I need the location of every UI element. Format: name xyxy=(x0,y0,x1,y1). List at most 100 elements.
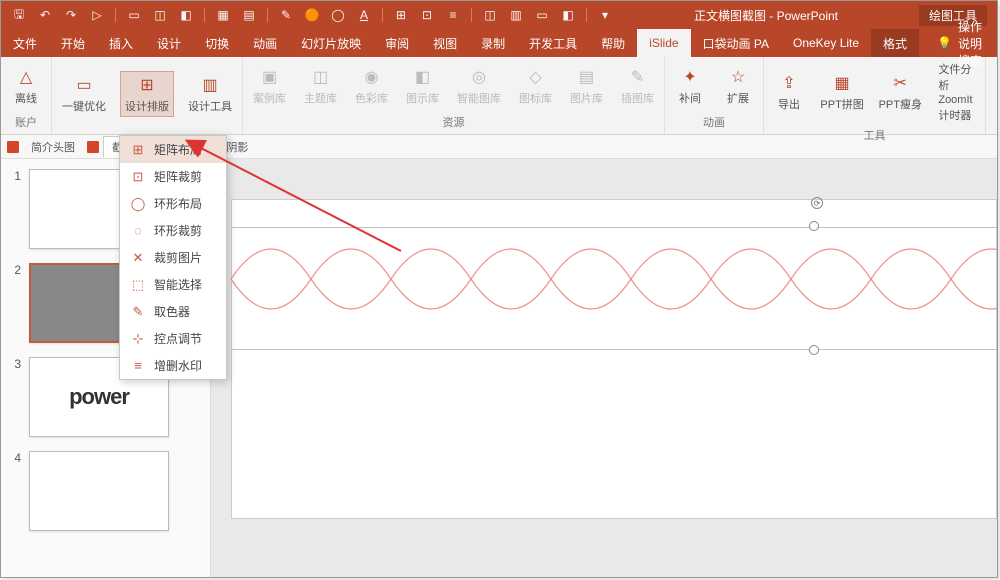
tab-developer[interactable]: 开发工具 xyxy=(517,29,589,57)
qat-icon[interactable]: ◧ xyxy=(178,7,194,23)
group-anim: ✦补间 ☆扩展 动画 xyxy=(665,57,764,134)
group-label: 工具 xyxy=(864,125,886,145)
wave-shape[interactable] xyxy=(231,219,997,339)
group-account: △离线 账户 xyxy=(1,57,52,134)
qat-icon[interactable]: ◫ xyxy=(482,7,498,23)
matrix-layout-item[interactable]: ⊞矩阵布局 xyxy=(120,136,226,163)
qat-icon[interactable]: ⊞ xyxy=(393,7,409,23)
icon-lib-button[interactable]: ◇图标库 xyxy=(515,64,556,108)
extend-button[interactable]: ☆扩展 xyxy=(719,64,757,108)
slide-thumb[interactable]: 4 xyxy=(7,451,204,531)
tab-file[interactable]: 文件 xyxy=(1,29,49,57)
scissors-icon: ✂ xyxy=(889,72,911,94)
tab-transitions[interactable]: 切换 xyxy=(193,29,241,57)
triangle-icon: △ xyxy=(15,66,37,88)
file-analyze-link[interactable]: 文件分析 xyxy=(938,61,979,93)
save-icon[interactable]: 🖫 xyxy=(11,7,27,23)
tab-pocket-anim[interactable]: 口袋动画 PA xyxy=(691,29,781,57)
doctab-intro[interactable]: 简介头图 xyxy=(23,137,83,157)
diagram-lib-button[interactable]: ◧图示库 xyxy=(402,64,443,108)
matrix-crop-item[interactable]: ⊡矩阵裁剪 xyxy=(120,163,226,190)
tab-record[interactable]: 录制 xyxy=(469,29,517,57)
crop-image-item[interactable]: ✕裁剪图片 xyxy=(120,244,226,271)
group-label: 动画 xyxy=(703,112,725,132)
ring-crop-item[interactable]: ◌环形裁剪 xyxy=(120,217,226,244)
color-lib-button[interactable]: ◉色彩库 xyxy=(351,64,392,108)
lib-icon: ◉ xyxy=(361,66,383,88)
qat-icon[interactable]: ▭ xyxy=(534,7,550,23)
qat-icon[interactable]: ▦ xyxy=(215,7,231,23)
outline-icon[interactable]: ◯ xyxy=(330,7,346,23)
smart-select-item[interactable]: ⬚智能选择 xyxy=(120,271,226,298)
redo-icon[interactable]: ↷ xyxy=(63,7,79,23)
circle-icon: ◯ xyxy=(130,196,146,212)
theme-lib-button[interactable]: ◫主题库 xyxy=(300,64,341,108)
tell-me-search[interactable]: 💡 操作说明搜索 xyxy=(927,29,997,57)
illust-lib-button[interactable]: ✎插图库 xyxy=(617,64,658,108)
timer-link[interactable]: 计时器 xyxy=(938,107,979,123)
tab-islide[interactable]: iSlide xyxy=(637,29,690,57)
qat-icon[interactable]: ▥ xyxy=(508,7,524,23)
resize-handle[interactable] xyxy=(809,221,819,231)
ppt-puzzle-button[interactable]: ▦PPT拼图 xyxy=(818,70,866,114)
image-lib-button[interactable]: ▤图片库 xyxy=(566,64,607,108)
group-label: 账户 xyxy=(15,112,37,132)
qat-icon[interactable]: ◧ xyxy=(560,7,576,23)
tab-slideshow[interactable]: 幻灯片放映 xyxy=(289,29,373,57)
separator xyxy=(382,8,383,22)
zoomit-link[interactable]: ZoomIt xyxy=(938,94,979,106)
tab-animations[interactable]: 动画 xyxy=(241,29,289,57)
window-title: 正文横图截图 - PowerPoint xyxy=(623,7,909,24)
tab-format[interactable]: 格式 xyxy=(871,29,919,57)
rotate-handle[interactable]: ⟳ xyxy=(811,197,823,209)
tab-help[interactable]: 帮助 xyxy=(589,29,637,57)
design-layout-dropdown: ⊞矩阵布局 ⊡矩阵裁剪 ◯环形布局 ◌环形裁剪 ✕裁剪图片 ⬚智能选择 ✎取色器… xyxy=(119,135,227,380)
export-button[interactable]: ⇪导出 xyxy=(770,70,808,114)
resize-handle[interactable] xyxy=(809,345,819,355)
classroom-button[interactable]: ▭课堂 xyxy=(992,64,1000,108)
tab-view[interactable]: 视图 xyxy=(421,29,469,57)
star-icon: ☆ xyxy=(727,66,749,88)
watermark-item[interactable]: ≡增删水印 xyxy=(120,352,226,379)
brush-icon[interactable]: ✎ xyxy=(278,7,294,23)
sparkle-icon: ✦ xyxy=(679,66,701,88)
slide-canvas[interactable]: ⟳ xyxy=(211,159,997,577)
points-icon: ⊹ xyxy=(130,331,146,347)
lib-icon: ◧ xyxy=(412,66,434,88)
control-point-item[interactable]: ⊹控点调节 xyxy=(120,325,226,352)
start-icon[interactable]: ▷ xyxy=(89,7,105,23)
undo-icon[interactable]: ↶ xyxy=(37,7,53,23)
tab-insert[interactable]: 插入 xyxy=(97,29,145,57)
fill-icon[interactable]: 🟠 xyxy=(304,7,320,23)
lib-icon: ▤ xyxy=(576,66,598,88)
guide-line xyxy=(231,349,997,350)
eyedropper-item[interactable]: ✎取色器 xyxy=(120,298,226,325)
ring-layout-item[interactable]: ◯环形布局 xyxy=(120,190,226,217)
qat-icon[interactable]: ▭ xyxy=(126,7,142,23)
tab-design[interactable]: 设计 xyxy=(145,29,193,57)
qat-icon[interactable]: ▾ xyxy=(597,7,613,23)
design-tools-button[interactable]: ▥设计工具 xyxy=(184,72,236,116)
lib-icon: ◇ xyxy=(525,66,547,88)
smart-lib-button[interactable]: ◎智能图库 xyxy=(453,64,505,108)
optimize-button[interactable]: ▭一键优化 xyxy=(58,72,110,116)
design-layout-button[interactable]: ⊞设计排版 xyxy=(120,71,174,117)
separator xyxy=(267,8,268,22)
offline-button[interactable]: △离线 xyxy=(7,64,45,108)
qat-icon[interactable]: ≡ xyxy=(445,7,461,23)
qat-icon[interactable]: ▤ xyxy=(241,7,257,23)
tween-button[interactable]: ✦补间 xyxy=(671,64,709,108)
lib-icon: ◎ xyxy=(468,66,490,88)
font-color-icon[interactable]: A xyxy=(356,7,372,23)
tab-onekey[interactable]: OneKey Lite xyxy=(781,29,871,57)
powerpoint-icon xyxy=(87,141,99,153)
lib-icon: ▣ xyxy=(259,66,281,88)
case-lib-button[interactable]: ▣案例库 xyxy=(249,64,290,108)
tab-review[interactable]: 审阅 xyxy=(373,29,421,57)
qat-icon[interactable]: ◫ xyxy=(152,7,168,23)
select-icon: ⬚ xyxy=(130,277,146,293)
qat-icon[interactable]: ⊡ xyxy=(419,7,435,23)
ppt-slim-button[interactable]: ✂PPT瘦身 xyxy=(876,70,924,114)
tab-home[interactable]: 开始 xyxy=(49,29,97,57)
grid-icon: ▦ xyxy=(831,72,853,94)
